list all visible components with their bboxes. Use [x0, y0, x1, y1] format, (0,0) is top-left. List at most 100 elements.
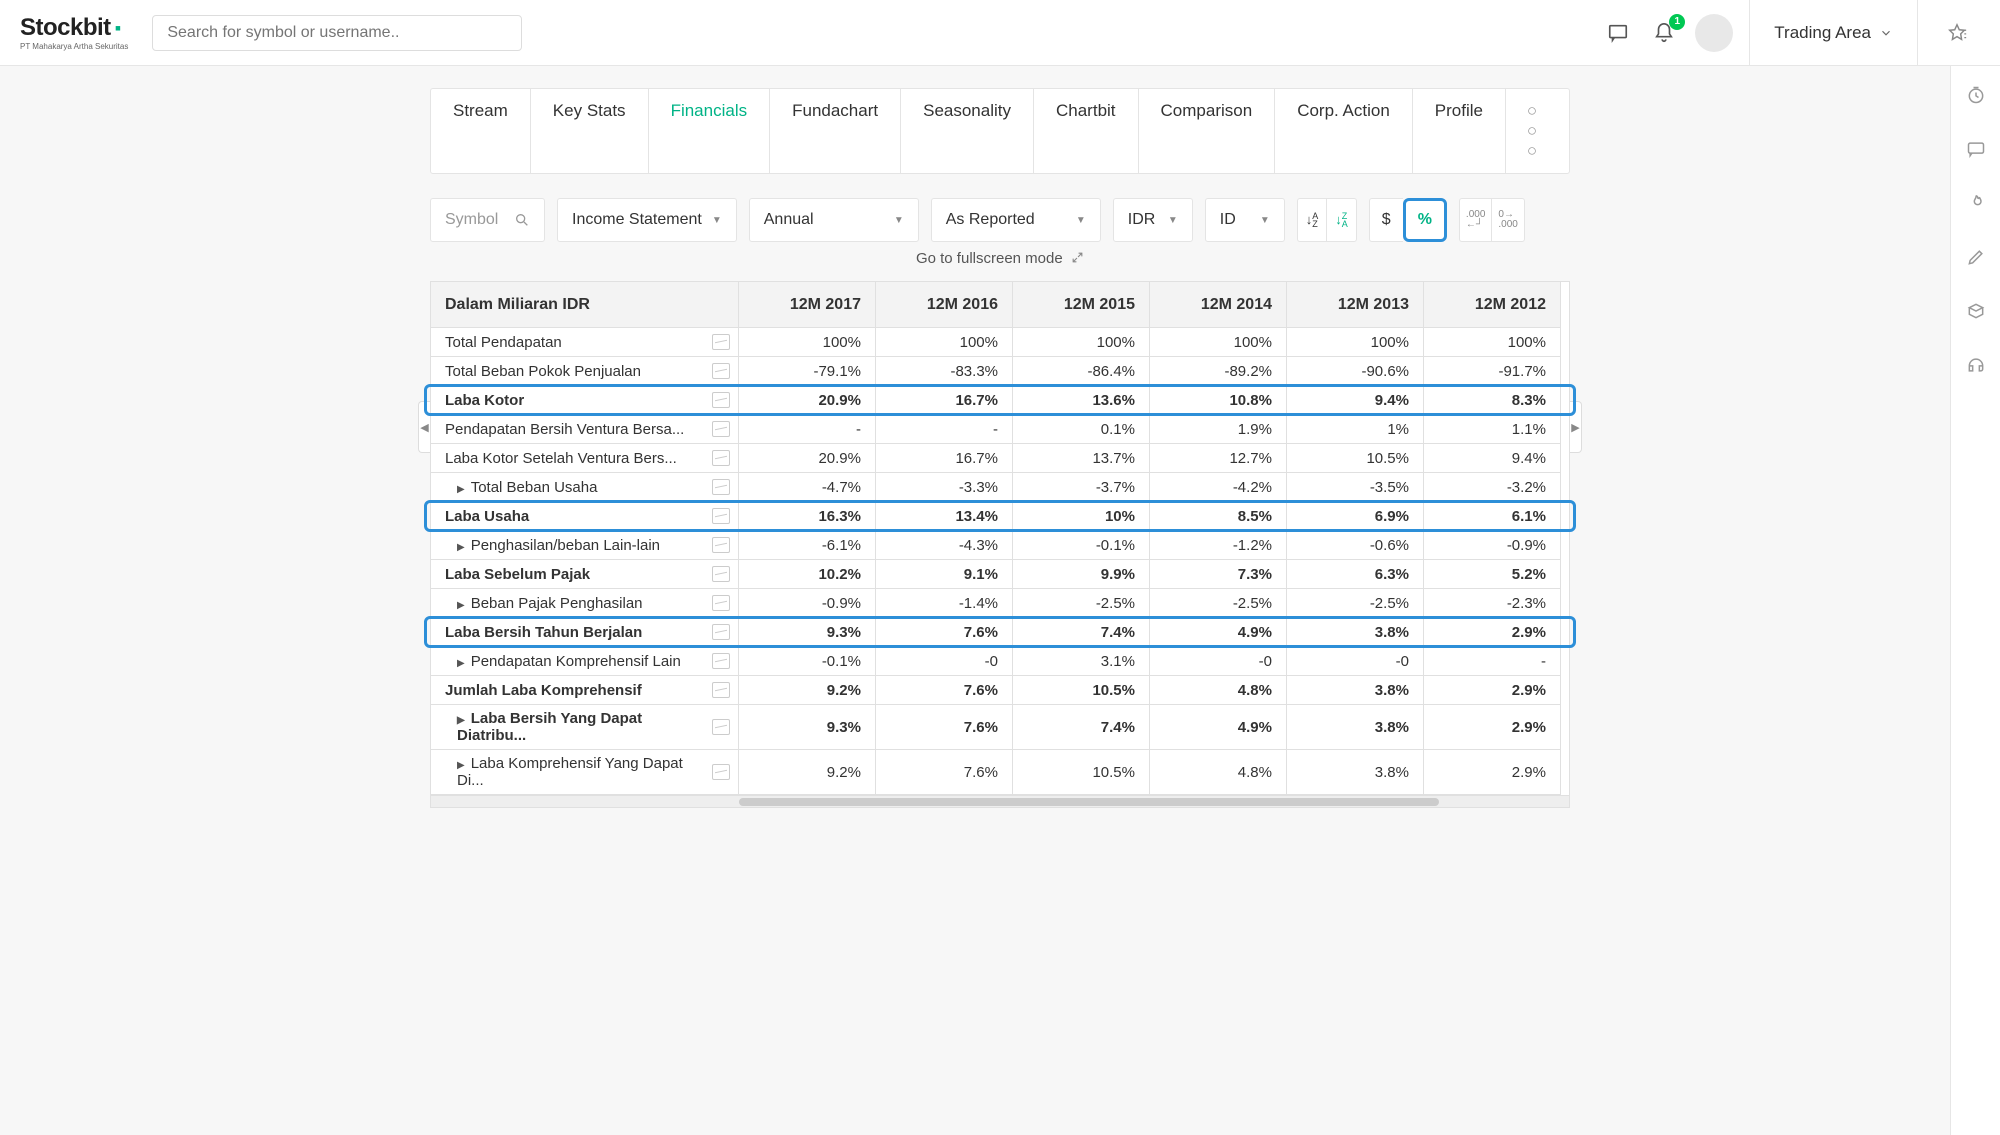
scroll-left-handle[interactable]: ◀ — [418, 401, 430, 453]
sort-desc-button[interactable]: ↓ZA — [1326, 198, 1357, 242]
table-row-label[interactable]: Laba Usaha — [431, 502, 739, 531]
table-cell: 2.9% — [1424, 618, 1561, 647]
table-row-label[interactable]: Laba Kotor — [431, 386, 739, 415]
table-row-label[interactable]: Jumlah Laba Komprehensif — [431, 676, 739, 705]
decrease-decimals-button[interactable]: 0→.000 — [1491, 198, 1524, 242]
watchlist-star-icon[interactable] — [1934, 22, 1980, 44]
absolute-values-button[interactable]: $ — [1369, 198, 1403, 242]
table-row-label[interactable]: Total Pendapatan — [431, 328, 739, 357]
tab-comparison[interactable]: Comparison — [1139, 89, 1276, 173]
table-cell: -2.3% — [1424, 589, 1561, 618]
expand-icon — [1071, 251, 1084, 264]
mini-chart-icon[interactable] — [712, 566, 730, 582]
table-cell: 13.4% — [876, 502, 1013, 531]
table-row-label[interactable]: Laba Bersih Tahun Berjalan — [431, 618, 739, 647]
table-cell: -6.1% — [739, 531, 876, 560]
increase-decimals-button[interactable]: .000←┘ — [1459, 198, 1491, 242]
mini-chart-icon[interactable] — [712, 479, 730, 495]
table-row-label[interactable]: Pendapatan Bersih Ventura Bersa... — [431, 415, 739, 444]
mini-chart-icon[interactable] — [712, 363, 730, 379]
chat-icon[interactable] — [1603, 18, 1633, 48]
tab-more[interactable]: ○ ○ ○ — [1506, 89, 1562, 173]
pencil-icon[interactable] — [1965, 246, 1987, 268]
clock-icon[interactable] — [1965, 84, 1987, 106]
table-row-label[interactable]: ▶Total Beban Usaha — [431, 473, 739, 502]
bell-icon[interactable]: 1 — [1649, 18, 1679, 48]
symbol-input[interactable]: Symbol — [430, 198, 545, 242]
table-cell: -83.3% — [876, 357, 1013, 386]
expand-caret-icon[interactable]: ▶ — [457, 658, 465, 669]
table-cell: 8.3% — [1424, 386, 1561, 415]
table-row-label[interactable]: Total Beban Pokok Penjualan — [431, 357, 739, 386]
mini-chart-icon[interactable] — [712, 537, 730, 553]
table-row-label[interactable]: ▶Laba Komprehensif Yang Dapat Di... — [431, 750, 739, 795]
tab-fundachart[interactable]: Fundachart — [770, 89, 901, 173]
table-header-col: 12M 2013 — [1287, 282, 1424, 328]
table-row-label[interactable]: ▶Penghasilan/beban Lain-lain — [431, 531, 739, 560]
table-cell: 1.1% — [1424, 415, 1561, 444]
table-cell: 10.5% — [1287, 444, 1424, 473]
tab-chartbit[interactable]: Chartbit — [1034, 89, 1139, 173]
message-icon[interactable] — [1965, 138, 1987, 160]
fullscreen-link[interactable]: Go to fullscreen mode — [430, 250, 1570, 267]
language-dropdown[interactable]: ID▼ — [1205, 198, 1285, 242]
statement-dropdown[interactable]: Income Statement▼ — [557, 198, 737, 242]
table-header-col: 12M 2016 — [876, 282, 1013, 328]
table-cell: 7.6% — [876, 676, 1013, 705]
table-cell: -79.1% — [739, 357, 876, 386]
percentage-values-button[interactable]: % — [1403, 198, 1447, 242]
mini-chart-icon[interactable] — [712, 595, 730, 611]
tab-corp-action[interactable]: Corp. Action — [1275, 89, 1413, 173]
fire-icon[interactable] — [1965, 192, 1987, 214]
mini-chart-icon[interactable] — [712, 682, 730, 698]
tab-profile[interactable]: Profile — [1413, 89, 1506, 173]
tab-key-stats[interactable]: Key Stats — [531, 89, 649, 173]
table-cell: 8.5% — [1150, 502, 1287, 531]
table-cell: -3.5% — [1287, 473, 1424, 502]
expand-caret-icon[interactable]: ▶ — [457, 600, 465, 611]
table-cell: 3.1% — [1013, 647, 1150, 676]
mini-chart-icon[interactable] — [712, 508, 730, 524]
financials-table: ◀ ▶ Dalam Miliaran IDR12M 201712M 201612… — [430, 281, 1570, 808]
expand-caret-icon[interactable]: ▶ — [457, 715, 465, 726]
tab-stream[interactable]: Stream — [431, 89, 531, 173]
horizontal-scrollbar[interactable] — [430, 796, 1570, 808]
table-row-label[interactable]: ▶Laba Bersih Yang Dapat Diatribu... — [431, 705, 739, 750]
mini-chart-icon[interactable] — [712, 421, 730, 437]
view-dropdown[interactable]: As Reported▼ — [931, 198, 1101, 242]
mini-chart-icon[interactable] — [712, 764, 730, 780]
expand-caret-icon[interactable]: ▶ — [457, 542, 465, 553]
table-row-label[interactable]: ▶Pendapatan Komprehensif Lain — [431, 647, 739, 676]
tab-financials[interactable]: Financials — [649, 89, 771, 173]
search-input[interactable] — [152, 15, 522, 51]
mini-chart-icon[interactable] — [712, 624, 730, 640]
currency-dropdown[interactable]: IDR▼ — [1113, 198, 1193, 242]
mini-chart-icon[interactable] — [712, 392, 730, 408]
tab-seasonality[interactable]: Seasonality — [901, 89, 1034, 173]
table-cell: 13.7% — [1013, 444, 1150, 473]
table-cell: 2.9% — [1424, 750, 1561, 795]
logo[interactable]: Stockbit▪ PT Mahakarya Artha Sekuritas — [20, 14, 128, 51]
table-cell: -0 — [876, 647, 1013, 676]
mini-chart-icon[interactable] — [712, 719, 730, 735]
mini-chart-icon[interactable] — [712, 450, 730, 466]
mini-chart-icon[interactable] — [712, 334, 730, 350]
table-row-label[interactable]: Laba Sebelum Pajak — [431, 560, 739, 589]
expand-caret-icon[interactable]: ▶ — [457, 484, 465, 495]
mini-chart-icon[interactable] — [712, 653, 730, 669]
expand-caret-icon[interactable]: ▶ — [457, 760, 465, 771]
period-dropdown[interactable]: Annual▼ — [749, 198, 919, 242]
table-cell: 2.9% — [1424, 705, 1561, 750]
avatar[interactable] — [1695, 14, 1733, 52]
box-icon[interactable] — [1965, 300, 1987, 322]
table-cell: -0.9% — [739, 589, 876, 618]
headset-icon[interactable] — [1965, 354, 1987, 376]
table-cell: 9.2% — [739, 676, 876, 705]
table-row-label[interactable]: Laba Kotor Setelah Ventura Bers... — [431, 444, 739, 473]
table-cell: 16.7% — [876, 444, 1013, 473]
sort-asc-button[interactable]: ↓AZ — [1297, 198, 1327, 242]
table-row-label[interactable]: ▶Beban Pajak Penghasilan — [431, 589, 739, 618]
table-cell: -2.5% — [1013, 589, 1150, 618]
trading-area-dropdown[interactable]: Trading Area — [1749, 0, 1918, 66]
scroll-right-handle[interactable]: ▶ — [1570, 401, 1582, 453]
